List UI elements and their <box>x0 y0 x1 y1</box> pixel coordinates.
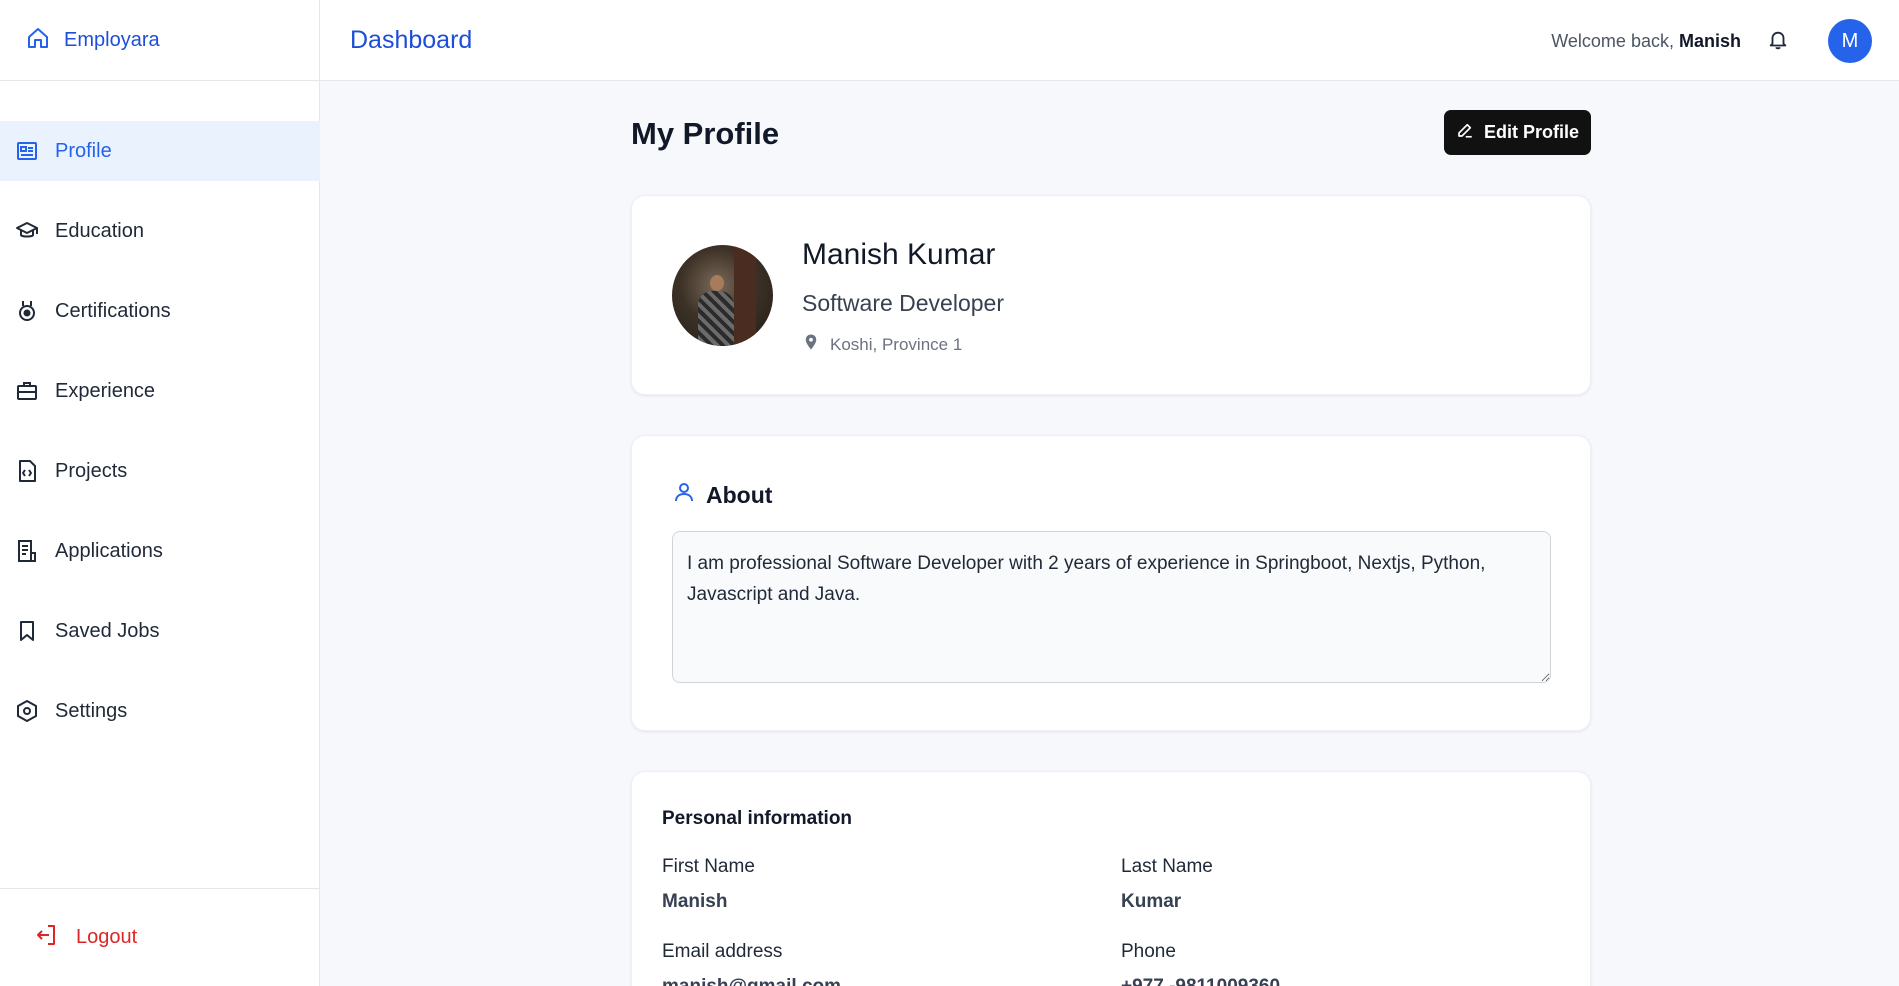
settings-hex-icon <box>15 699 39 723</box>
sidebar-item-certifications[interactable]: Certifications <box>0 281 320 341</box>
user-avatar-button[interactable]: M <box>1828 19 1872 63</box>
personal-info-card: Personal information First Name Manish L… <box>631 771 1591 986</box>
email-label: Email address <box>662 941 783 962</box>
code-file-icon <box>15 459 39 483</box>
user-icon <box>672 480 696 510</box>
profile-location: Koshi, Province 1 <box>802 333 962 356</box>
graduation-cap-icon <box>15 219 39 243</box>
about-textarea[interactable]: I am professional Software Developer wit… <box>672 531 1551 683</box>
profile-summary-card: Manish Kumar Software Developer Koshi, P… <box>631 195 1591 395</box>
profile-photo <box>672 245 773 346</box>
top-header: Dashboard Welcome back, Manish M <box>320 0 1899 81</box>
home-icon <box>26 26 50 55</box>
sidebar-item-projects[interactable]: Projects <box>0 441 320 501</box>
edit-profile-button[interactable]: Edit Profile <box>1444 110 1591 155</box>
logout-label: Logout <box>76 926 138 948</box>
first-name-label: First Name <box>662 856 755 877</box>
bell-icon[interactable] <box>1767 29 1789 51</box>
document-list-icon <box>15 539 39 563</box>
phone-value: +977 -9811009360 <box>1121 976 1280 986</box>
sidebar-item-education[interactable]: Education <box>0 201 320 261</box>
page-title: My Profile <box>631 116 780 151</box>
bookmark-icon <box>15 619 39 643</box>
profile-role: Software Developer <box>802 290 1004 316</box>
welcome-prefix: Welcome back, <box>1551 31 1674 51</box>
personal-info-heading: Personal information <box>662 808 853 829</box>
email-value: manish@gmail.com <box>662 976 841 986</box>
first-name-value: Manish <box>662 891 728 912</box>
location-pin-icon <box>802 333 820 356</box>
profile-location-text: Koshi, Province 1 <box>830 334 963 354</box>
brand-name: Employara <box>64 28 160 51</box>
sidebar: Employara Profile Education Certificatio… <box>0 0 320 986</box>
pencil-icon <box>1456 121 1474 144</box>
brand[interactable]: Employara <box>0 0 319 81</box>
briefcase-icon <box>15 379 39 403</box>
sidebar-item-experience[interactable]: Experience <box>0 361 320 421</box>
about-heading-label: About <box>706 481 773 508</box>
sidebar-item-saved-jobs[interactable]: Saved Jobs <box>0 601 320 661</box>
sidebar-item-profile[interactable]: Profile <box>0 121 320 181</box>
medal-icon <box>15 299 39 323</box>
sidebar-item-label: Certifications <box>55 299 171 322</box>
about-card: About I am professional Software Develop… <box>631 435 1591 731</box>
sidebar-item-label: Saved Jobs <box>55 619 160 642</box>
app-root: Employara Profile Education Certificatio… <box>0 0 1899 986</box>
sidebar-nav: Profile Education Certifications Experie… <box>0 121 320 761</box>
logout-button[interactable]: Logout <box>0 888 320 986</box>
page-header-title: Dashboard <box>350 26 473 54</box>
sidebar-item-label: Projects <box>55 459 128 482</box>
sidebar-item-settings[interactable]: Settings <box>0 681 320 741</box>
sidebar-item-label: Experience <box>55 379 156 402</box>
last-name-value: Kumar <box>1121 891 1182 912</box>
sidebar-item-label: Education <box>55 219 144 242</box>
logout-icon <box>34 923 58 953</box>
sidebar-item-label: Applications <box>55 539 163 562</box>
sidebar-item-applications[interactable]: Applications <box>0 521 320 581</box>
phone-label: Phone <box>1121 941 1176 962</box>
sidebar-item-label: Profile <box>55 139 112 162</box>
last-name-label: Last Name <box>1121 856 1213 877</box>
edit-profile-label: Edit Profile <box>1483 122 1579 142</box>
welcome-message: Welcome back, Manish <box>1551 31 1741 52</box>
about-heading: About <box>672 480 772 510</box>
sidebar-item-label: Settings <box>55 699 128 722</box>
welcome-user-name: Manish <box>1678 31 1741 51</box>
profile-card-icon <box>15 139 39 163</box>
profile-name: Manish Kumar <box>802 238 996 271</box>
